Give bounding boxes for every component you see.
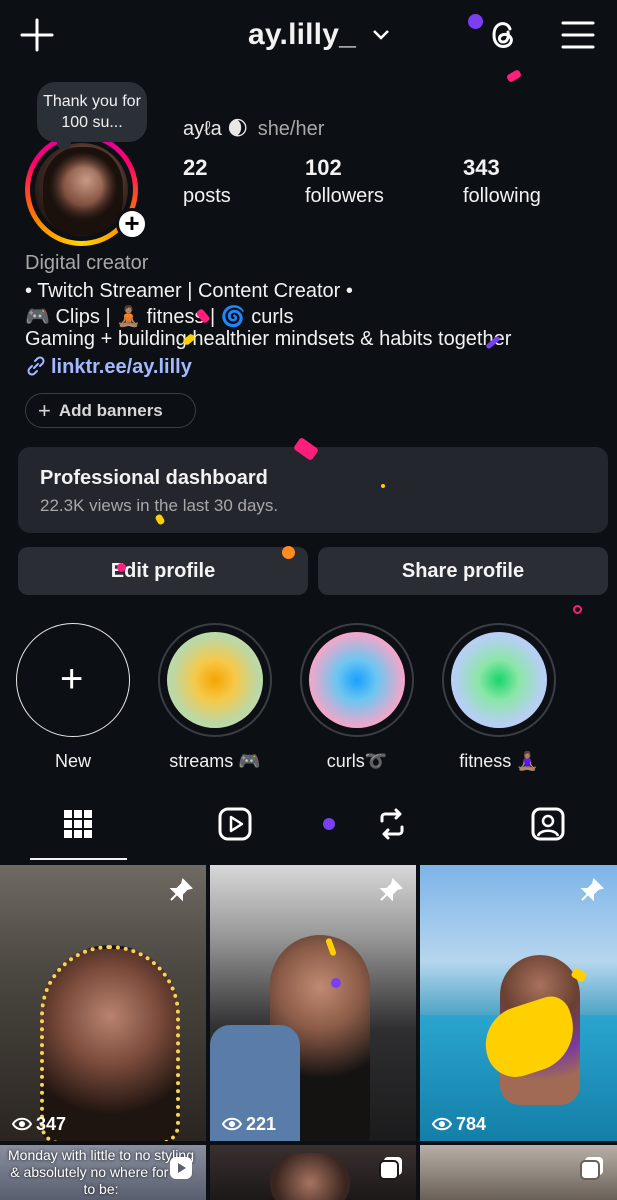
stat-posts[interactable]: 22 posts xyxy=(183,155,231,208)
carousel-icon xyxy=(580,1157,603,1180)
stat-value: 343 xyxy=(463,155,500,180)
note-text: Thank you for 100 su... xyxy=(43,93,141,131)
profile-category: Digital creator xyxy=(25,252,149,274)
bio-link[interactable]: linktr.ee/ay.lilly xyxy=(25,355,192,379)
carousel-icon xyxy=(379,1157,402,1180)
profile-username[interactable]: ay.lilly_ xyxy=(248,18,356,52)
grid-icon[interactable] xyxy=(60,806,96,842)
professional-dashboard-card[interactable]: Professional dashboard 22.3K views in th… xyxy=(18,447,608,533)
bio-line: • Twitch Streamer | Content Creator • xyxy=(25,280,353,302)
highlight-cover xyxy=(451,632,547,728)
stat-label: followers xyxy=(305,185,384,207)
add-banners-button[interactable]: + Add banners xyxy=(25,393,196,428)
reels-icon[interactable] xyxy=(217,806,253,842)
post-tile[interactable]: Monday with little to no styling & absol… xyxy=(0,1145,206,1200)
stat-value: 102 xyxy=(305,155,342,180)
new-highlight-circle: + xyxy=(16,623,130,737)
stat-label: following xyxy=(463,185,541,207)
note-bubble[interactable]: Thank you for 100 su... xyxy=(37,82,147,150)
avatar xyxy=(35,143,128,236)
confetti xyxy=(117,563,126,572)
post-tile[interactable]: 347 xyxy=(0,865,206,1141)
confetti xyxy=(381,484,385,488)
confetti xyxy=(331,978,341,988)
dashboard-subtitle: 22.3K views in the last 30 days. xyxy=(40,496,279,515)
post-tile[interactable]: 784 xyxy=(420,865,617,1141)
plus-icon: + xyxy=(60,657,84,701)
add-banners-label: Add banners xyxy=(58,401,163,420)
profile-tabs xyxy=(0,800,617,860)
post-tile[interactable] xyxy=(420,1145,617,1200)
eye-icon xyxy=(12,1117,32,1131)
highlight-cover xyxy=(167,632,263,728)
link-icon xyxy=(27,356,45,376)
pin-icon xyxy=(169,878,193,902)
active-tab-indicator xyxy=(30,858,127,860)
stat-followers[interactable]: 102 followers xyxy=(305,155,384,208)
highlight-label: streams 🎮 xyxy=(169,751,261,771)
bio-link-text: linktr.ee/ay.lilly xyxy=(51,356,192,378)
view-count: 347 xyxy=(12,1114,66,1135)
post-tile[interactable] xyxy=(210,1145,416,1200)
share-profile-button[interactable]: Share profile xyxy=(318,547,608,595)
plus-icon: + xyxy=(38,398,51,423)
reel-icon xyxy=(170,1157,192,1179)
confetti xyxy=(573,605,582,614)
stat-value: 22 xyxy=(183,155,208,180)
stat-following[interactable]: 343 following xyxy=(463,155,541,208)
hamburger-menu-icon[interactable] xyxy=(560,18,596,52)
highlight-cover xyxy=(309,632,405,728)
tagged-icon[interactable] xyxy=(530,806,566,842)
top-bar: ay.lilly_ xyxy=(0,0,617,72)
display-name: ayℓa 🌒 xyxy=(183,118,249,140)
post-tile[interactable]: 221 xyxy=(210,865,416,1141)
view-count: 784 xyxy=(432,1114,486,1135)
bio-line: 🎮 Clips | 🧘🏽 fitness | 🌀 curls xyxy=(25,306,294,328)
highlight-curls[interactable]: curls➰ xyxy=(300,623,414,772)
pin-icon xyxy=(379,878,403,902)
chevron-down-icon[interactable] xyxy=(372,28,390,42)
highlight-new[interactable]: + New xyxy=(16,623,130,772)
dashboard-title: Professional dashboard xyxy=(40,467,268,489)
name-line: ayℓa 🌒 she/her xyxy=(183,116,324,141)
threads-icon[interactable] xyxy=(485,17,521,53)
highlight-label: curls➰ xyxy=(326,751,388,771)
confetti xyxy=(468,14,483,29)
eye-icon xyxy=(222,1117,242,1131)
confetti xyxy=(282,546,295,559)
highlight-label: fitness 🧘🏽‍♀️ xyxy=(459,751,539,771)
highlight-streams[interactable]: streams 🎮 xyxy=(158,623,272,772)
reposts-icon[interactable] xyxy=(374,806,410,842)
add-story-badge[interactable]: + xyxy=(116,208,148,240)
confetti xyxy=(323,818,335,830)
eye-icon xyxy=(432,1117,452,1131)
bio-line: Gaming + building healthier mindsets & h… xyxy=(25,328,512,350)
edit-profile-button[interactable]: Edit profile xyxy=(18,547,308,595)
plus-icon[interactable] xyxy=(20,18,54,52)
highlight-label: New xyxy=(54,751,91,771)
pin-icon xyxy=(580,878,604,902)
pronouns: she/her xyxy=(257,118,325,140)
highlight-fitness[interactable]: fitness 🧘🏽‍♀️ xyxy=(442,623,556,772)
view-count: 221 xyxy=(222,1114,276,1135)
stat-label: posts xyxy=(183,185,231,207)
